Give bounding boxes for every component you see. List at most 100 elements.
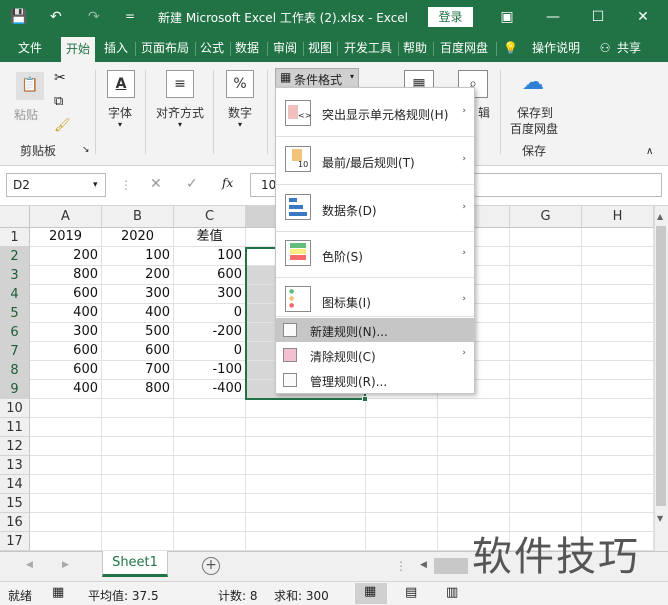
grid-cell[interactable]	[246, 475, 366, 494]
grid-cell[interactable]	[510, 285, 582, 304]
qat-more-icon[interactable]: =	[125, 9, 135, 23]
grid-cell[interactable]	[366, 399, 438, 418]
add-sheet-button[interactable]: +	[202, 557, 220, 575]
maximize-icon[interactable]: ☐	[583, 5, 613, 29]
grid-cell[interactable]	[366, 418, 438, 437]
grid-cell[interactable]: 100	[174, 247, 246, 266]
row-header[interactable]: 4	[0, 285, 30, 304]
grid-cell[interactable]: 300	[102, 285, 174, 304]
grid-cell[interactable]: 500	[102, 323, 174, 342]
scroll-down-icon[interactable]: ▼	[657, 514, 663, 523]
grid-cell[interactable]: 2020	[102, 228, 174, 247]
tab-developer[interactable]: 开发工具	[340, 34, 396, 62]
grid-cell[interactable]: 600	[30, 361, 102, 380]
font-button[interactable]: 字体	[108, 104, 132, 121]
grid-cell[interactable]	[30, 475, 102, 494]
alignment-button[interactable]: 对齐方式	[156, 104, 204, 121]
menu-item-new-rule[interactable]: 新建规则(N)...	[276, 318, 474, 342]
menu-item-color-scales[interactable]: 色阶(S) ›	[276, 234, 474, 276]
grid-cell[interactable]: 0	[174, 304, 246, 323]
grid-cell[interactable]	[366, 513, 438, 532]
grid-cell[interactable]	[30, 532, 102, 551]
grid-cell[interactable]	[366, 475, 438, 494]
grid-cell[interactable]	[174, 418, 246, 437]
format-painter-icon[interactable]: 🖌	[54, 118, 71, 133]
grid-cell[interactable]	[510, 247, 582, 266]
tab-view[interactable]: 视图	[305, 34, 335, 62]
grid-cell[interactable]	[30, 513, 102, 532]
page-break-view-icon[interactable]: ▥	[446, 585, 458, 600]
row-header[interactable]: 2	[0, 247, 30, 266]
grid-cell[interactable]: 0	[174, 342, 246, 361]
grid-cell[interactable]	[510, 475, 582, 494]
grid-cell[interactable]: 400	[30, 380, 102, 399]
row-header[interactable]: 13	[0, 456, 30, 475]
grid-cell[interactable]	[366, 456, 438, 475]
grid-cell[interactable]	[174, 437, 246, 456]
macro-record-icon[interactable]: ▦	[52, 585, 64, 600]
paste-icon[interactable]: 📋	[16, 72, 44, 100]
select-all-corner[interactable]	[0, 206, 30, 228]
share-button[interactable]: 共享	[614, 34, 644, 62]
tab-insert[interactable]: 插入	[101, 34, 131, 62]
minimize-icon[interactable]: —	[538, 5, 568, 29]
grid-cell[interactable]	[438, 399, 510, 418]
grid-cell[interactable]	[102, 475, 174, 494]
undo-icon[interactable]: ↶	[50, 9, 62, 25]
grid-cell[interactable]	[582, 323, 654, 342]
grid-cell[interactable]	[102, 437, 174, 456]
grid-cell[interactable]: 200	[102, 266, 174, 285]
grid-cell[interactable]	[246, 418, 366, 437]
normal-view-button[interactable]: ▦	[355, 583, 387, 604]
grid-cell[interactable]: -400	[174, 380, 246, 399]
grid-cell[interactable]	[174, 494, 246, 513]
grid-cell[interactable]	[246, 494, 366, 513]
grid-cell[interactable]: 600	[174, 266, 246, 285]
tab-page-layout[interactable]: 页面布局	[138, 34, 192, 62]
grid-cell[interactable]: 400	[30, 304, 102, 323]
grid-cell[interactable]	[582, 361, 654, 380]
grid-cell[interactable]	[438, 475, 510, 494]
tab-baidu[interactable]: 百度网盘	[436, 34, 492, 62]
tab-home[interactable]: 开始	[61, 37, 95, 62]
grid-cell[interactable]	[510, 342, 582, 361]
grid-cell[interactable]: 800	[30, 266, 102, 285]
font-icon[interactable]: A	[107, 70, 135, 98]
grid-cell[interactable]: -200	[174, 323, 246, 342]
conditional-format-button[interactable]: ▦ 条件格式 ▾	[275, 68, 359, 88]
grid-cell[interactable]	[102, 399, 174, 418]
ribbon-display-icon[interactable]: ▣	[492, 5, 522, 29]
grid-cell[interactable]	[510, 456, 582, 475]
tab-review[interactable]: 审阅	[270, 34, 300, 62]
redo-icon[interactable]: ↷	[88, 9, 100, 25]
scrollbar-thumb[interactable]	[656, 226, 666, 506]
grid-cell[interactable]	[582, 380, 654, 399]
grid-cell[interactable]	[438, 437, 510, 456]
grid-cell[interactable]	[582, 285, 654, 304]
menu-item-top-bottom-rules[interactable]: 10 最前/最后规则(T) ›	[276, 140, 474, 182]
grid-cell[interactable]	[366, 494, 438, 513]
row-header[interactable]: 3	[0, 266, 30, 285]
grid-cell[interactable]: 300	[174, 285, 246, 304]
grid-cell[interactable]: -100	[174, 361, 246, 380]
column-header[interactable]: A	[30, 206, 102, 228]
prev-sheet-icon[interactable]: ◀	[26, 560, 33, 570]
copy-icon[interactable]: ⧉	[54, 94, 63, 109]
grid-cell[interactable]	[582, 228, 654, 247]
dialog-launcher-icon[interactable]: ↘	[82, 145, 90, 155]
row-header[interactable]: 6	[0, 323, 30, 342]
grid-cell[interactable]	[102, 456, 174, 475]
scroll-left-icon[interactable]: ◀	[420, 560, 427, 570]
grid-cell[interactable]	[174, 513, 246, 532]
tell-me-search[interactable]: 操作说明	[528, 34, 584, 62]
enter-icon[interactable]: ✓	[186, 176, 198, 192]
row-header[interactable]: 15	[0, 494, 30, 513]
grid-cell[interactable]	[510, 266, 582, 285]
grid-cell[interactable]	[510, 380, 582, 399]
row-header[interactable]: 17	[0, 532, 30, 551]
login-button[interactable]: 登录	[428, 7, 473, 27]
row-header[interactable]: 14	[0, 475, 30, 494]
grid-cell[interactable]	[246, 437, 366, 456]
tab-formulas[interactable]: 公式	[197, 34, 227, 62]
row-header[interactable]: 5	[0, 304, 30, 323]
